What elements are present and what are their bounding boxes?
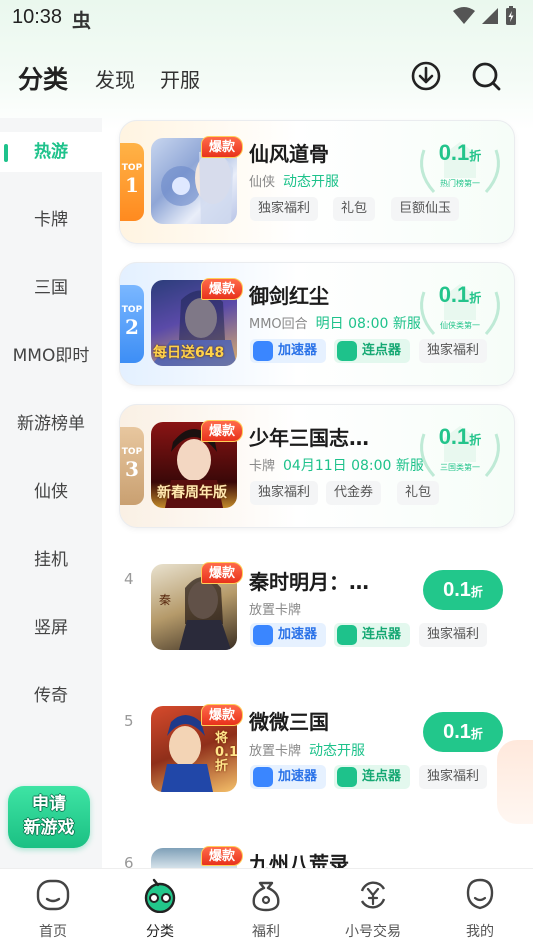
game-meta: 卡牌 04月11日 08:00 新服 bbox=[249, 458, 424, 474]
tag-chip: 独家福利 bbox=[419, 623, 488, 647]
thumb-caption: 新春周年版 bbox=[157, 485, 227, 501]
download-icon[interactable] bbox=[410, 60, 442, 92]
top-header: 分类 发现 开服 bbox=[0, 56, 533, 100]
status-icons bbox=[453, 6, 517, 26]
game-meta: 放置卡牌 bbox=[249, 603, 302, 618]
nav-welfare[interactable]: 福利 bbox=[226, 877, 306, 941]
rank-number: 5 bbox=[124, 712, 134, 730]
discount-button[interactable]: 0.1折 bbox=[423, 570, 503, 610]
status-time: 10:38 bbox=[12, 6, 63, 28]
tag-chip: 礼包 bbox=[333, 197, 376, 221]
tag-chip: 礼包 bbox=[397, 481, 440, 505]
sidebar-item-idle[interactable]: 挂机 bbox=[0, 540, 102, 580]
rank-tag-2: TOP 2 bbox=[120, 285, 144, 363]
money-bag-icon bbox=[252, 881, 280, 912]
apply-label-2: 新游戏 bbox=[23, 818, 75, 838]
tab-server-open[interactable]: 开服 bbox=[160, 64, 200, 93]
home-face-icon bbox=[36, 879, 70, 911]
hot-badge: 爆款 bbox=[201, 562, 243, 584]
tag-chip: 代金券 bbox=[326, 481, 382, 505]
sidebar-item-card[interactable]: 卡牌 bbox=[0, 200, 102, 240]
sidebar-item-vertical[interactable]: 竖屏 bbox=[0, 608, 102, 648]
game-name: 微微三国 bbox=[249, 710, 329, 734]
hot-badge: 爆款 bbox=[201, 846, 243, 866]
game-name: 御剑红尘 bbox=[249, 284, 329, 308]
signal-icon bbox=[482, 8, 498, 24]
rank-tag-1: TOP 1 bbox=[120, 143, 144, 221]
hot-badge: 爆款 bbox=[201, 278, 243, 300]
sidebar-item-xianxia[interactable]: 仙侠 bbox=[0, 472, 102, 512]
sidebar-item-hot[interactable]: 热游 bbox=[0, 132, 102, 172]
tag-chip: 独家福利 bbox=[250, 197, 319, 221]
hot-badge: 爆款 bbox=[201, 420, 243, 442]
thumb-caption: 将0.1折 bbox=[215, 731, 237, 774]
lightning-icon bbox=[253, 341, 273, 361]
hot-badge: 爆款 bbox=[201, 136, 243, 158]
bottom-navigation: 首页 分类 福利 小号交易 我的 bbox=[0, 868, 533, 947]
apply-new-game-button[interactable]: 申请 新游戏 bbox=[8, 786, 90, 848]
discount-badge: 0.1折 热门榜第一 bbox=[414, 140, 506, 198]
nav-home[interactable]: 首页 bbox=[13, 877, 93, 941]
discount-button[interactable]: 0.1折 bbox=[423, 712, 503, 752]
search-icon[interactable] bbox=[470, 60, 502, 92]
battery-icon bbox=[506, 6, 516, 25]
game-meta: 仙侠 动态开服 bbox=[249, 174, 340, 190]
floating-coupon[interactable] bbox=[497, 740, 533, 824]
category-sidebar: 热游 卡牌 三国 MMO即时 新游榜单 仙侠 挂机 竖屏 传奇 bbox=[0, 118, 102, 870]
wifi-icon bbox=[453, 7, 475, 24]
game-name: 秦时明月：… bbox=[249, 570, 369, 594]
game-name: 九州八荒录 bbox=[249, 852, 349, 868]
game-meta: 放置卡牌 动态开服 bbox=[249, 743, 366, 759]
svg-text:秦: 秦 bbox=[159, 593, 171, 607]
thumb-caption: 每日送648 bbox=[153, 345, 225, 361]
nav-account-trade[interactable]: 小号交易 bbox=[333, 877, 413, 941]
hot-badge: 爆款 bbox=[201, 704, 243, 726]
auto-clicker-chip: 连点器 bbox=[334, 623, 410, 647]
sidebar-item-new-ranking[interactable]: 新游榜单 bbox=[0, 404, 102, 444]
tag-chip: 独家福利 bbox=[419, 765, 488, 789]
tab-discover[interactable]: 发现 bbox=[95, 64, 135, 93]
accelerator-chip: 加速器 bbox=[250, 623, 326, 647]
auto-clicker-chip: 连点器 bbox=[334, 339, 410, 363]
clicker-icon bbox=[337, 625, 357, 645]
accelerator-chip: 加速器 bbox=[250, 765, 326, 789]
accelerator-chip: 加速器 bbox=[250, 339, 326, 363]
game-name: 少年三国志… bbox=[249, 426, 369, 450]
status-bar: 10:38 虫 bbox=[0, 0, 533, 36]
lightning-icon bbox=[253, 767, 273, 787]
sidebar-item-legend[interactable]: 传奇 bbox=[0, 676, 102, 716]
tag-chip: 独家福利 bbox=[419, 339, 488, 363]
tag-chip: 巨额仙玉 bbox=[391, 197, 460, 221]
sidebar-item-three-kingdoms[interactable]: 三国 bbox=[0, 268, 102, 308]
lightning-icon bbox=[253, 625, 273, 645]
clicker-icon bbox=[337, 341, 357, 361]
apply-label-1: 申请 bbox=[32, 794, 66, 814]
nav-mine[interactable]: 我的 bbox=[440, 877, 520, 941]
nav-category[interactable]: 分类 bbox=[120, 877, 200, 941]
sidebar-item-mmo[interactable]: MMO即时 bbox=[0, 336, 102, 376]
tag-chip: 独家福利 bbox=[250, 481, 319, 505]
rank-tag-3: TOP 3 bbox=[120, 427, 144, 505]
discount-badge: 0.1折 仙侠类第一 bbox=[414, 282, 506, 340]
auto-clicker-chip: 连点器 bbox=[334, 765, 410, 789]
debug-icon: 虫 bbox=[72, 10, 92, 32]
exchange-icon bbox=[360, 881, 386, 909]
clicker-icon bbox=[337, 767, 357, 787]
profile-face-icon bbox=[466, 878, 494, 910]
discount-badge: 0.1折 三国类第一 bbox=[414, 424, 506, 482]
tab-category[interactable]: 分类 bbox=[18, 60, 68, 96]
gamepad-icon bbox=[144, 878, 176, 913]
game-meta: MMO回合 明日 08:00 新服 bbox=[249, 316, 421, 332]
game-name: 仙风道骨 bbox=[249, 142, 329, 166]
rank-number: 4 bbox=[124, 570, 134, 588]
